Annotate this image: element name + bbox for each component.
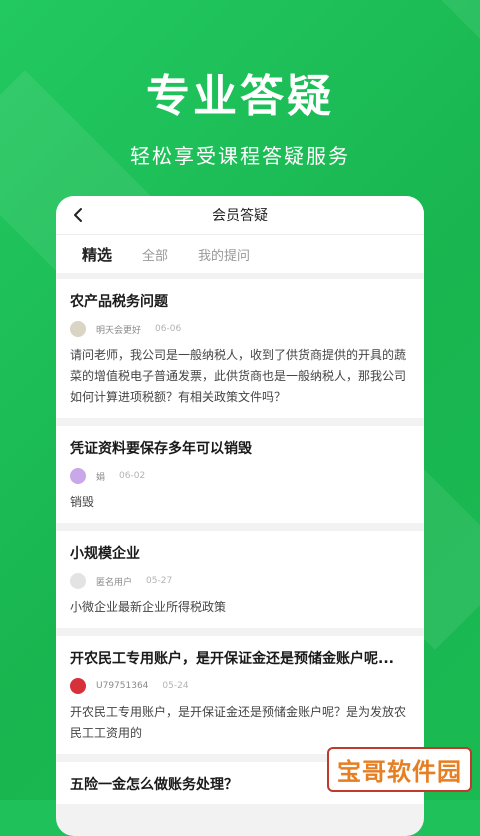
question-card[interactable]: 小规模企业 匿名用户 05-27 小微企业最新企业所得税政策 bbox=[56, 531, 424, 628]
question-title: 开农民工专用账户，是开保证金还是预储金账户呢... bbox=[70, 651, 394, 667]
question-meta: 娟 06-02 bbox=[70, 468, 410, 484]
question-body: 请问老师，我公司是一般纳税人，收到了供货商提供的开具的蔬菜的增值税电子普通发票，… bbox=[70, 348, 407, 404]
question-date: 05-24 bbox=[162, 681, 189, 691]
avatar bbox=[70, 321, 86, 337]
user-name: U79751364 bbox=[96, 681, 149, 691]
back-button[interactable] bbox=[66, 203, 90, 227]
tab-bar: 精选 全部 我的提问 bbox=[56, 235, 424, 273]
question-body: 小微企业最新企业所得税政策 bbox=[70, 600, 227, 614]
question-title: 小规模企业 bbox=[70, 546, 140, 562]
watermark-logo: 宝哥软件园 bbox=[327, 747, 472, 792]
question-card[interactable]: 凭证资料要保存多年可以销毁 娟 06-02 销毁 bbox=[56, 426, 424, 523]
tab-featured[interactable]: 精选 bbox=[82, 244, 112, 265]
question-meta: U79751364 05-24 bbox=[70, 678, 410, 694]
chevron-left-icon bbox=[74, 208, 82, 222]
avatar bbox=[70, 468, 86, 484]
question-list: 农产品税务问题 明天会更好 06-06 请问老师，我公司是一般纳税人，收到了供货… bbox=[56, 279, 424, 804]
hero-subtitle: 轻松享受课程答疑服务 bbox=[130, 144, 350, 168]
nav-bar: 会员答疑 bbox=[56, 196, 424, 235]
question-body: 销毁 bbox=[70, 495, 95, 509]
user-name: 娟 bbox=[96, 472, 106, 483]
question-card[interactable]: 开农民工专用账户，是开保证金还是预储金账户呢... U79751364 05-2… bbox=[56, 636, 424, 754]
question-body: 开农民工专用账户，是开保证金还是预储金账户呢？是为发放农民工工资用的 bbox=[70, 705, 407, 740]
user-name: 明天会更好 bbox=[96, 325, 142, 336]
avatar bbox=[70, 573, 86, 589]
tab-my-questions[interactable]: 我的提问 bbox=[198, 245, 250, 264]
question-title: 农产品税务问题 bbox=[70, 294, 168, 310]
question-meta: 明天会更好 06-06 bbox=[70, 321, 410, 337]
question-card[interactable]: 农产品税务问题 明天会更好 06-06 请问老师，我公司是一般纳税人，收到了供货… bbox=[56, 279, 424, 418]
avatar bbox=[70, 678, 86, 694]
question-title: 凭证资料要保存多年可以销毁 bbox=[70, 441, 252, 457]
phone-screen: 会员答疑 精选 全部 我的提问 农产品税务问题 明天会更好 06-06 请问老师… bbox=[56, 196, 424, 836]
hero-title: 专业答疑 bbox=[146, 71, 334, 122]
user-name: 匿名用户 bbox=[96, 577, 133, 588]
question-date: 05-27 bbox=[146, 576, 173, 586]
tab-all[interactable]: 全部 bbox=[142, 245, 168, 264]
question-meta: 匿名用户 05-27 bbox=[70, 573, 410, 589]
page-title: 会员答疑 bbox=[212, 208, 268, 224]
question-date: 06-06 bbox=[155, 324, 182, 334]
question-date: 06-02 bbox=[119, 471, 146, 481]
